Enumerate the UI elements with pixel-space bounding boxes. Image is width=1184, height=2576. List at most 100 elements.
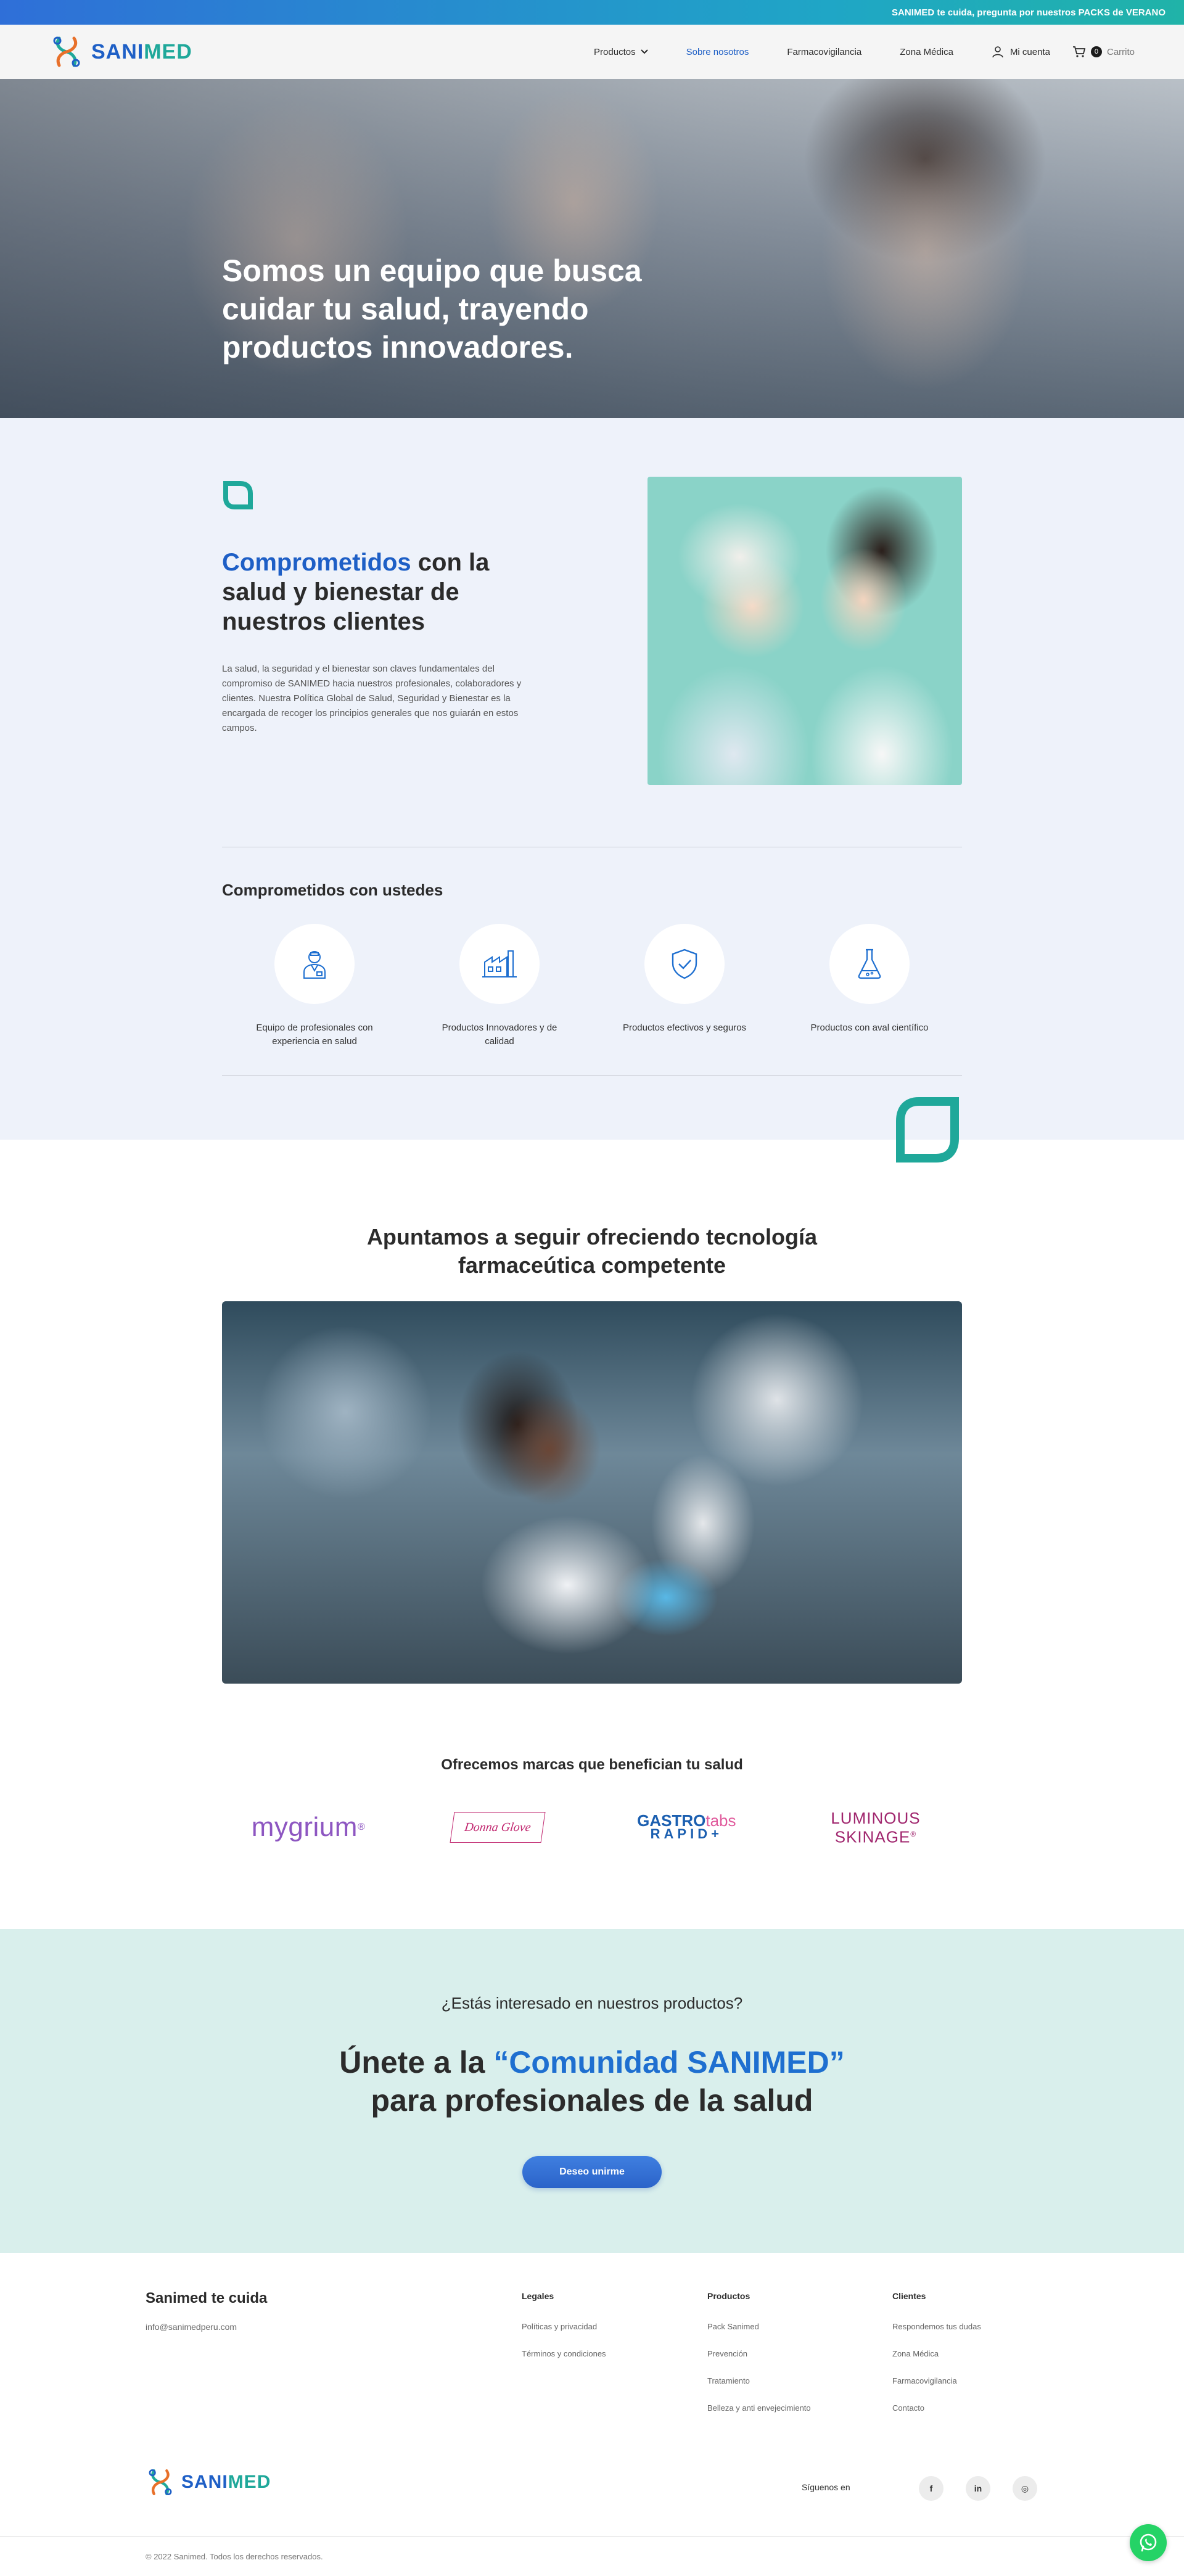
footer-link[interactable]: Pack Sanimed xyxy=(707,2322,868,2331)
feature-item: Productos Innovadores y de calidad xyxy=(407,924,592,1048)
cta-title-line2: para profesionales de la salud xyxy=(371,2083,813,2118)
brand-logo[interactable]: SANIMED xyxy=(49,35,192,69)
brand-logo-mygrium[interactable]: mygrium ® xyxy=(222,1806,395,1849)
technology-title-line1: Apuntamos a seguir ofreciendo tecnología xyxy=(366,1224,818,1249)
announcement-bar: SANIMED te cuida, pregunta por nuestros … xyxy=(0,0,1184,25)
footer-brand-title: Sanimed te cuida xyxy=(146,2290,268,2306)
luminous-line-2: SKINAGE® xyxy=(835,1826,916,1845)
brand-skinage-mark: ® xyxy=(910,1829,917,1838)
leaf-shape-large-icon xyxy=(896,1097,959,1162)
nav-sobre-nosotros[interactable]: Sobre nosotros xyxy=(686,47,749,57)
doctor-patient-photo xyxy=(648,477,962,785)
footer-link[interactable]: Zona Médica xyxy=(892,2349,1053,2358)
account-link[interactable]: Mi cuenta xyxy=(992,46,1050,58)
footer-column-clientes: Clientes Respondemos tus dudas Zona Médi… xyxy=(892,2291,1053,2430)
features-list: Equipo de profesionales con experiencia … xyxy=(222,924,962,1048)
linkedin-icon[interactable]: in xyxy=(966,2476,990,2501)
footer-link[interactable]: Respondemos tus dudas xyxy=(892,2322,1053,2331)
divider-bottom xyxy=(222,1075,962,1076)
commitment-title: Comprometidos con la salud y bienestar d… xyxy=(222,548,518,636)
brand-skinage-text: SKINAGE xyxy=(834,1827,911,1846)
lab-scientists-photo xyxy=(222,1301,962,1684)
feature-label: Productos con aval científico xyxy=(810,1023,929,1033)
gastro-line-1: GASTROtabs xyxy=(637,1813,736,1829)
footer-link[interactable]: Tratamiento xyxy=(707,2376,868,2385)
social-label: Síguenos en xyxy=(802,2482,850,2492)
feature-item: Productos con aval científico xyxy=(777,924,962,1048)
brand-wordmark: SANIMED xyxy=(91,40,192,64)
cta-title-prefix: Únete a la xyxy=(339,2045,494,2080)
whatsapp-icon xyxy=(1140,2533,1157,2552)
footer-column-productos: Productos Pack Sanimed Prevención Tratam… xyxy=(707,2291,868,2430)
footer-column-legales: Legales Políticas y privacidad Términos … xyxy=(522,2291,682,2376)
cta-title-highlight: “Comunidad SANIMED” xyxy=(493,2045,845,2080)
hero-title: Somos un equipo que busca cuidar tu salu… xyxy=(222,253,642,364)
announcement-text: SANIMED te cuida, pregunta por nuestros … xyxy=(892,7,1166,18)
brand-part2: MED xyxy=(228,2472,271,2492)
leaf-shape-icon xyxy=(223,481,253,509)
features-title: Comprometidos con ustedes xyxy=(222,881,443,899)
site-header: SANIMED Productos Sobre nosotros Farmaco… xyxy=(0,25,1184,79)
nav-zona-medica[interactable]: Zona Médica xyxy=(900,47,953,57)
brand-part1: SANI xyxy=(181,2472,228,2492)
dna-logo-icon xyxy=(149,2469,172,2495)
brand-donna-text: Donna Glove xyxy=(463,1820,532,1834)
community-cta-section: ¿Estás interesado en nuestros productos?… xyxy=(0,1929,1184,2253)
technology-title: Apuntamos a seguir ofreciendo tecnología… xyxy=(0,1223,1184,1280)
brands-list: mygrium ® Donna Glove GASTROtabs RAPID+ L… xyxy=(222,1806,962,1849)
site-footer: Sanimed te cuida info@sanimedperu.com Le… xyxy=(0,2253,1184,2576)
user-icon xyxy=(992,46,1003,58)
commitment-text: La salud, la seguridad y el bienestar so… xyxy=(222,664,522,733)
footer-link[interactable]: Políticas y privacidad xyxy=(522,2322,682,2331)
brand-part2: MED xyxy=(144,39,192,64)
feature-icon-circle xyxy=(459,924,540,1004)
footer-column-title: Productos xyxy=(707,2291,750,2301)
join-button[interactable]: Deseo unirme xyxy=(522,2156,662,2188)
nav-farmacovigilancia[interactable]: Farmacovigilancia xyxy=(787,47,861,57)
main-nav: Productos Sobre nosotros Farmacovigilanc… xyxy=(556,46,1135,58)
footer-brand-logo[interactable]: SANIMED xyxy=(146,2467,271,2497)
technology-title-line2: farmaceútica competente xyxy=(458,1253,726,1278)
shield-check-icon xyxy=(672,949,697,979)
copyright-text: © 2022 Sanimed. Todos los derechos reser… xyxy=(146,2552,323,2561)
footer-link[interactable]: Contacto xyxy=(892,2403,1053,2413)
cta-title: Únete a la “Comunidad SANIMED” para prof… xyxy=(0,2043,1184,2120)
nav-productos-label: Productos xyxy=(594,46,636,57)
brand-logo-luminous-skinage[interactable]: LUMINOUS SKINAGE® xyxy=(789,1806,962,1849)
cart-icon xyxy=(1072,46,1086,57)
feature-label: Productos Innovadores y de calidad xyxy=(442,1023,557,1047)
nav-productos[interactable]: Productos xyxy=(594,47,648,57)
facebook-icon[interactable]: f xyxy=(919,2476,944,2501)
feature-item: Equipo de profesionales con experiencia … xyxy=(222,924,407,1048)
footer-link[interactable]: Términos y condiciones xyxy=(522,2349,682,2358)
brands-title: Ofrecemos marcas que benefician tu salud xyxy=(441,1756,743,1773)
commitment-section: Comprometidos con la salud y bienestar d… xyxy=(0,418,1184,1162)
brand-logo-donna-glove[interactable]: Donna Glove xyxy=(411,1806,584,1849)
cta-question: ¿Estás interesado en nuestros productos? xyxy=(441,1994,743,2012)
footer-column-title: Legales xyxy=(522,2291,554,2301)
hero-section: Somos un equipo que busca cuidar tu salu… xyxy=(0,79,1184,418)
footer-email-link[interactable]: info@sanimedperu.com xyxy=(146,2322,237,2332)
footer-link[interactable]: Farmacovigilancia xyxy=(892,2376,1053,2385)
cart-link[interactable]: 0 Carrito xyxy=(1072,46,1135,58)
footer-link[interactable]: Prevención xyxy=(707,2349,868,2358)
brand-gastro-rapid: RAPID+ xyxy=(650,1826,723,1841)
feature-icon-circle xyxy=(274,924,355,1004)
instagram-icon[interactable]: ◎ xyxy=(1013,2476,1037,2501)
doctor-icon xyxy=(303,951,326,979)
social-links: f in ◎ xyxy=(919,2476,1037,2501)
footer-brand-wordmark: SANIMED xyxy=(181,2472,271,2493)
feature-label: Equipo de profesionales con experiencia … xyxy=(256,1023,373,1047)
feature-label: Productos efectivos y seguros xyxy=(622,1023,747,1033)
factory-icon xyxy=(482,950,517,977)
commitment-title-highlight: Comprometidos xyxy=(222,549,411,576)
flask-icon xyxy=(858,949,881,979)
account-label: Mi cuenta xyxy=(1009,46,1050,57)
feature-icon-circle xyxy=(644,924,725,1004)
whatsapp-button[interactable] xyxy=(1130,2524,1167,2561)
donna-glove-box: Donna Glove xyxy=(450,1812,546,1843)
footer-link[interactable]: Belleza y anti envejecimiento xyxy=(707,2403,868,2413)
brand-logo-gastrotabs[interactable]: GASTROtabs RAPID+ xyxy=(600,1806,773,1849)
cart-count-badge: 0 xyxy=(1090,46,1102,57)
brand-part1: SANI xyxy=(91,39,144,64)
